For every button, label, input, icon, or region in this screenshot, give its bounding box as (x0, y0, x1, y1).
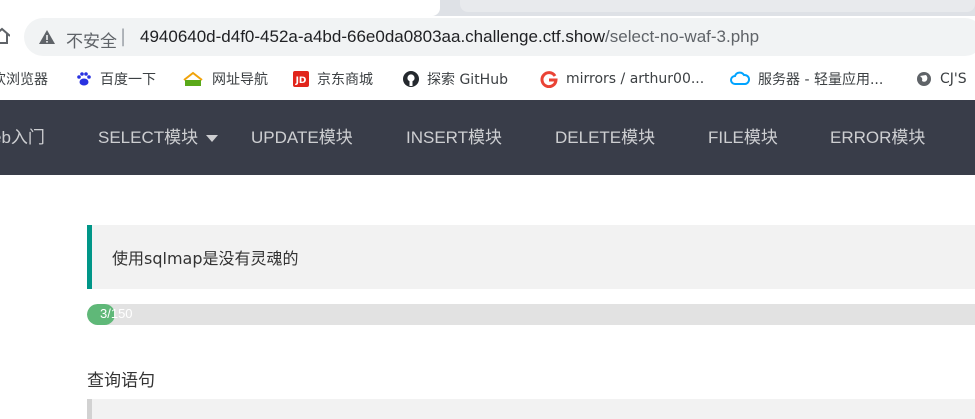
nav-item-file[interactable]: FILE模块 (708, 100, 778, 175)
nav-item-delete[interactable]: DELETE模块 (555, 100, 655, 175)
bookmark-mirrors[interactable]: mirrors / arthur00... (540, 69, 704, 89)
nav-item-label: ERROR模块 (830, 128, 926, 147)
2345-icon (182, 71, 204, 87)
bookmarks-bar: 欢浏览器 百度一下 网址导航 JD 京东商城 探索 GitHub mirrors… (0, 60, 975, 98)
bookmark-label: 网址导航 (212, 72, 268, 88)
cloud-icon (730, 71, 751, 87)
bookmark-label: 服务器 - 轻量应用... (758, 72, 884, 88)
hint-text: 使用sqlmap是没有灵魂的 (112, 249, 299, 268)
nav-item-error[interactable]: ERROR模块 (830, 100, 925, 175)
site-navbar: eb入门 SELECT模块 UPDATE模块 INSERT模块 DELETE模块… (0, 100, 975, 175)
url-separator: | (120, 26, 127, 47)
baidu-paw-icon (76, 71, 92, 87)
github-icon (403, 71, 419, 87)
nav-item-web-intro[interactable]: eb入门 (0, 100, 45, 175)
url-host: 4940640d-d4f0-452a-a4bd-66e0da0803aa.cha… (140, 27, 606, 46)
nav-item-label: SELECT模块 (98, 128, 199, 147)
caret-down-icon (206, 135, 219, 143)
bookmark-baidu[interactable]: 百度一下 (76, 69, 156, 89)
progress-bar: 3/150 (87, 304, 975, 325)
active-tab[interactable] (0, 0, 440, 16)
inactive-tab[interactable] (460, 0, 975, 12)
section-title: 查询语句 (87, 371, 155, 391)
bookmark-2345[interactable]: 网址导航 (182, 69, 268, 89)
globe-icon (916, 71, 932, 87)
nav-item-label: eb入门 (0, 128, 45, 147)
query-code-block (87, 399, 975, 419)
bookmark-label: mirrors / arthur00... (566, 71, 705, 87)
url-path: /select-no-waf-3.php (605, 27, 760, 46)
bookmark-github[interactable]: 探索 GitHub (403, 69, 508, 89)
bookmark-browser[interactable]: 欢浏览器 (0, 69, 48, 89)
nav-item-update[interactable]: UPDATE模块 (251, 100, 353, 175)
hint-quote: 使用sqlmap是没有灵魂的 (87, 225, 975, 289)
nav-item-label: UPDATE模块 (251, 128, 353, 147)
nav-item-label: FILE模块 (708, 128, 778, 147)
security-label[interactable]: 不安全 (66, 27, 117, 52)
bookmark-label: 百度一下 (100, 72, 156, 88)
jd-icon: JD (293, 71, 309, 87)
bookmark-label: 欢浏览器 (0, 72, 48, 88)
bookmark-label: CJ'S (940, 71, 967, 87)
bookmark-label: 京东商城 (317, 72, 373, 88)
nav-item-insert[interactable]: INSERT模块 (406, 100, 502, 175)
bookmark-cjs[interactable]: CJ'S (916, 69, 967, 89)
home-icon[interactable] (0, 26, 11, 46)
warning-icon[interactable] (38, 28, 56, 46)
address-bar[interactable]: 不安全 | 4940640d-d4f0-452a-a4bd-66e0da0803… (24, 18, 975, 56)
url-text[interactable]: 4940640d-d4f0-452a-a4bd-66e0da0803aa.cha… (140, 27, 759, 47)
progress-text: 3/150 (100, 306, 133, 321)
google-g-icon (540, 70, 558, 89)
nav-item-label: INSERT模块 (406, 128, 503, 147)
svg-text:JD: JD (295, 76, 307, 86)
bookmark-label: 探索 GitHub (427, 72, 508, 88)
browser-toolbar: 不安全 | 4940640d-d4f0-452a-a4bd-66e0da0803… (0, 16, 975, 60)
bookmark-jd[interactable]: JD 京东商城 (293, 69, 373, 89)
nav-item-label: DELETE模块 (555, 128, 656, 147)
bookmark-server[interactable]: 服务器 - 轻量应用... (730, 69, 883, 89)
nav-item-select[interactable]: SELECT模块 (98, 100, 219, 175)
tab-strip (0, 0, 975, 16)
